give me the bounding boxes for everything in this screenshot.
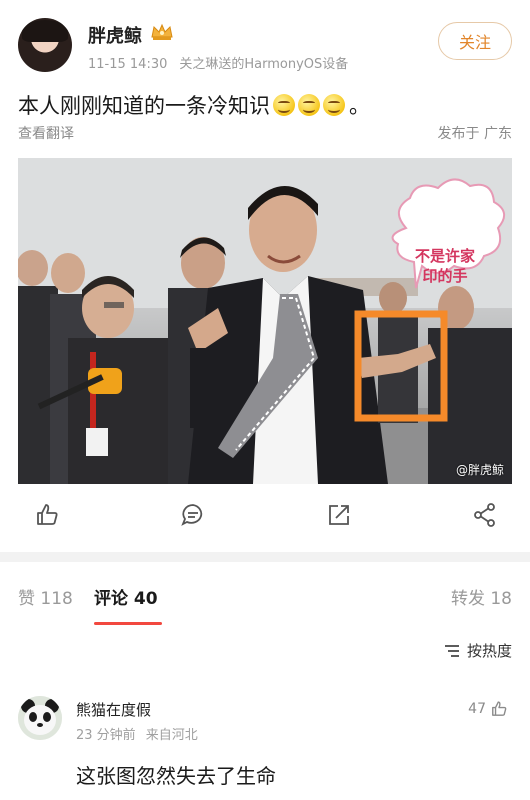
repost-icon[interactable] bbox=[326, 502, 352, 528]
image-watermark: @胖虎鲸 bbox=[455, 463, 504, 477]
bubble-caption: 不是许家印的手 bbox=[414, 247, 475, 285]
sort-icon bbox=[444, 644, 459, 657]
crown-badge-icon bbox=[150, 23, 174, 41]
share-icon[interactable] bbox=[472, 502, 498, 528]
post-meta: 11-15 14:30 关之琳送的HarmonyOS设备 bbox=[88, 53, 348, 72]
post-image[interactable]: 不是许家印的手 @胖虎鲸 bbox=[18, 158, 512, 484]
post-body-end: 。 bbox=[349, 94, 370, 118]
sort-button[interactable]: 按热度 bbox=[443, 640, 512, 661]
comment-origin: 来自河北 bbox=[145, 728, 198, 743]
like-icon[interactable] bbox=[34, 502, 60, 528]
like-icon bbox=[492, 701, 507, 716]
translate-link[interactable]: 查看翻译 bbox=[18, 123, 74, 143]
tab-reposts[interactable]: 转发 18 bbox=[451, 584, 512, 609]
comment-time: 23 分钟前 bbox=[76, 728, 136, 743]
commenter-avatar[interactable] bbox=[18, 696, 62, 740]
tab-comments[interactable]: 评论 40 bbox=[94, 584, 158, 609]
active-tab-indicator bbox=[94, 622, 162, 625]
post-image-drawing bbox=[18, 158, 512, 484]
author-name[interactable]: 胖虎鲸 bbox=[88, 22, 142, 48]
follow-button[interactable]: 关注 bbox=[438, 22, 512, 60]
comment-like-count: 47 bbox=[468, 701, 486, 717]
comment-text: 这张图忽然失去了生命 bbox=[76, 764, 276, 788]
smile-emoji-icon bbox=[323, 94, 345, 116]
comment-icon[interactable] bbox=[180, 502, 206, 528]
author-avatar[interactable] bbox=[18, 18, 72, 72]
comment-like-button[interactable]: 47 bbox=[468, 700, 508, 718]
post-time: 11-15 14:30 bbox=[88, 57, 168, 72]
section-divider bbox=[0, 552, 530, 562]
post-text: 本人刚刚知道的一条冷知识 。 bbox=[18, 90, 370, 120]
panda-icon bbox=[18, 696, 62, 740]
tab-likes[interactable]: 赞 118 bbox=[18, 584, 73, 609]
post-body: 本人刚刚知道的一条冷知识 bbox=[18, 94, 270, 118]
smile-emoji-icon bbox=[298, 94, 320, 116]
comment-meta: 23 分钟前 来自河北 bbox=[76, 724, 198, 743]
smile-emoji-icon bbox=[273, 94, 295, 116]
post-location: 发布于 广东 bbox=[437, 126, 512, 142]
sort-label: 按热度 bbox=[466, 642, 512, 660]
post-device: 关之琳送的HarmonyOS设备 bbox=[179, 57, 349, 72]
commenter-name[interactable]: 熊猫在度假 bbox=[76, 699, 151, 720]
post-action-bar bbox=[0, 496, 530, 540]
